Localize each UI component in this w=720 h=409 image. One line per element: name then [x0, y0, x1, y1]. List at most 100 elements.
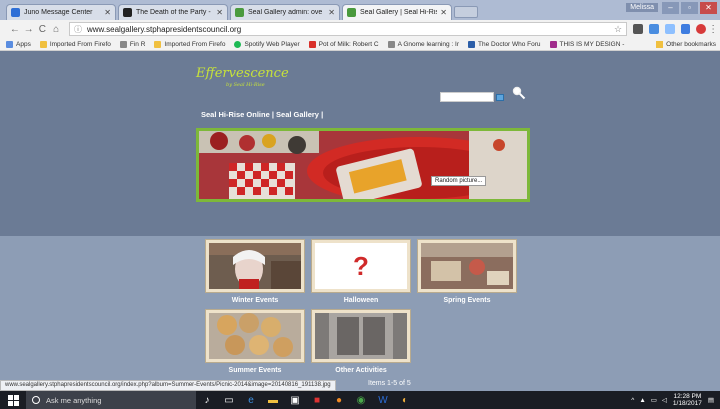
page-icon [119, 40, 127, 48]
random-picture-tooltip: Random picture... [431, 176, 487, 186]
random-picture[interactable] [196, 128, 530, 202]
bookmark-label: Apps [16, 40, 31, 48]
bookmark-item[interactable]: THIS IS MY DESIGN - [549, 40, 625, 48]
mail-icon[interactable]: ■ [306, 391, 328, 409]
browser-tab[interactable]: Juno Message Center ✕ [6, 4, 116, 20]
bookmark-item[interactable]: Apps [6, 40, 31, 48]
network-icon[interactable]: ▲ [639, 397, 645, 404]
bookmark-label: Pot of Milk: Robert C [318, 40, 379, 48]
gallery-label[interactable]: Summer Events [200, 367, 310, 374]
url-text: www.sealgallery.stphapresidentscouncil.o… [87, 24, 242, 34]
clock[interactable]: 12:28 PM 1/18/2017 [673, 393, 702, 407]
pagination-text: Items 1-5 of 5 [368, 380, 411, 387]
home-icon[interactable]: ⌂ [49, 24, 63, 35]
tab-close-icon[interactable]: ✕ [440, 8, 447, 17]
gallery-label[interactable]: Winter Events [200, 297, 310, 304]
tab-label: Juno Message Center [24, 9, 93, 16]
store-icon[interactable]: ▣ [284, 391, 306, 409]
task-view-icon[interactable]: ▭ [218, 391, 240, 409]
gallery-label[interactable]: Other Activities [306, 367, 416, 374]
bookmark-item[interactable]: Spotify Web Player [234, 40, 300, 48]
browser-tab-active[interactable]: Seal Gallery | Seal Hi-Ris ✕ [342, 4, 452, 20]
close-window-icon[interactable]: ✕ [700, 2, 717, 14]
extension-icon[interactable] [696, 24, 707, 34]
tab-close-icon[interactable]: ✕ [216, 8, 223, 17]
bookmark-item[interactable]: Imported From Firefo [39, 40, 111, 48]
volume-icon[interactable]: ◁ [662, 396, 667, 404]
minimize-icon[interactable]: – [662, 2, 679, 14]
browser-tab[interactable]: The Death of the Party - ✕ [118, 4, 228, 20]
system-tray: ^ ▲ ▭ ◁ 12:28 PM 1/18/2017 ▤ [631, 393, 720, 407]
profile-name[interactable]: Melissa [626, 3, 658, 12]
search-input[interactable] [440, 92, 494, 102]
chrome-icon[interactable]: ◉ [350, 391, 372, 409]
spotify-icon [234, 40, 242, 48]
microphone-icon[interactable]: ♪ [196, 391, 218, 409]
gallery-label[interactable]: Spring Events [412, 297, 522, 304]
info-icon[interactable]: ⓘ [74, 24, 82, 35]
bookmark-item[interactable]: A Gnome learning : Ir [387, 40, 459, 48]
browser-tab[interactable]: Seal Gallery admin: ove ✕ [230, 4, 340, 20]
bookmark-label: The Doctor Who Foru [478, 40, 541, 48]
other-activities-thumbnail-image [315, 313, 407, 359]
back-arrow-icon[interactable]: ← [8, 24, 22, 35]
app-icon[interactable]: ◐ [394, 391, 416, 409]
gallery-thumbnail-winter[interactable] [206, 240, 304, 292]
menu-icon[interactable]: ⋮ [706, 24, 720, 35]
breadcrumb[interactable]: Seal Hi-Rise Online | Seal Gallery | [201, 110, 323, 119]
gallery-thumbnail-summer[interactable] [206, 310, 304, 362]
browser-toolbar: ← → C ⌂ ⓘ www.sealgallery.stphapresident… [0, 20, 720, 38]
bookmark-label: A Gnome learning : Ir [397, 40, 459, 48]
firefox-icon[interactable]: ● [328, 391, 350, 409]
notification-icon[interactable]: ▤ [708, 396, 714, 404]
windows-logo-icon [7, 394, 19, 406]
site-logo[interactable]: Effervescence [196, 66, 289, 81]
clock-date: 1/18/2017 [672, 400, 702, 407]
tab-label: Seal Gallery | Seal Hi-Ris [360, 9, 438, 16]
bookmark-item[interactable]: The Doctor Who Foru [468, 40, 541, 48]
extension-icon[interactable] [680, 24, 691, 34]
page-icon [468, 40, 475, 48]
bookmark-item[interactable]: Fin R [119, 40, 145, 48]
tab-label: The Death of the Party - [136, 9, 211, 16]
gallery-thumbnail-other[interactable] [312, 310, 410, 362]
forward-arrow-icon[interactable]: → [22, 24, 36, 35]
bookmark-item[interactable]: Pot of Milk: Robert C [308, 40, 379, 48]
folder-icon [154, 40, 162, 48]
extension-icon[interactable] [648, 24, 659, 34]
other-bookmarks[interactable]: Other bookmarks [656, 40, 720, 48]
extension-icon[interactable] [633, 24, 643, 34]
gallery-thumbnail-spring[interactable] [418, 240, 516, 292]
word-icon[interactable]: W [372, 391, 394, 409]
extension-icon[interactable] [664, 24, 675, 34]
tab-close-icon[interactable]: ✕ [104, 8, 111, 17]
cortana-placeholder: Ask me anything [46, 395, 102, 405]
chevron-up-icon[interactable]: ^ [631, 397, 634, 404]
maximize-icon[interactable]: ▫ [681, 2, 698, 14]
winter-thumbnail-image [209, 243, 301, 289]
status-bar-url: www.sealgallery.stphapresidentscouncil.o… [0, 380, 336, 391]
magnifier-icon[interactable] [512, 86, 526, 100]
new-tab-button[interactable] [454, 6, 478, 18]
bookmark-star-icon[interactable]: ☆ [614, 24, 622, 35]
spring-thumbnail-image [421, 243, 513, 289]
tab-label: Seal Gallery admin: ove [248, 9, 323, 16]
battery-icon[interactable]: ▭ [651, 396, 657, 404]
start-button[interactable] [0, 391, 26, 409]
file-explorer-icon[interactable]: ▬ [262, 391, 284, 409]
bookmarks-bar: Apps Imported From Firefo Fin R Imported… [0, 38, 720, 51]
question-mark-glyph: ? [353, 251, 369, 281]
edge-icon[interactable]: e [240, 391, 262, 409]
bookmark-item[interactable]: Imported From Firefo [154, 40, 225, 48]
address-bar[interactable]: ⓘ www.sealgallery.stphapresidentscouncil… [69, 22, 628, 36]
gallery-thumbnail-halloween[interactable]: ? [312, 240, 410, 292]
apps-icon [6, 40, 13, 48]
gallery-label[interactable]: Halloween [306, 297, 416, 304]
gallery-favicon-icon [347, 8, 356, 17]
clock-time: 12:28 PM [673, 393, 702, 400]
bookmark-label: THIS IS MY DESIGN - [559, 40, 625, 48]
reload-icon[interactable]: C [36, 24, 50, 35]
tab-close-icon[interactable]: ✕ [328, 8, 335, 17]
search-submit-button[interactable] [496, 94, 504, 101]
cortana-search-box[interactable]: Ask me anything [26, 391, 196, 409]
